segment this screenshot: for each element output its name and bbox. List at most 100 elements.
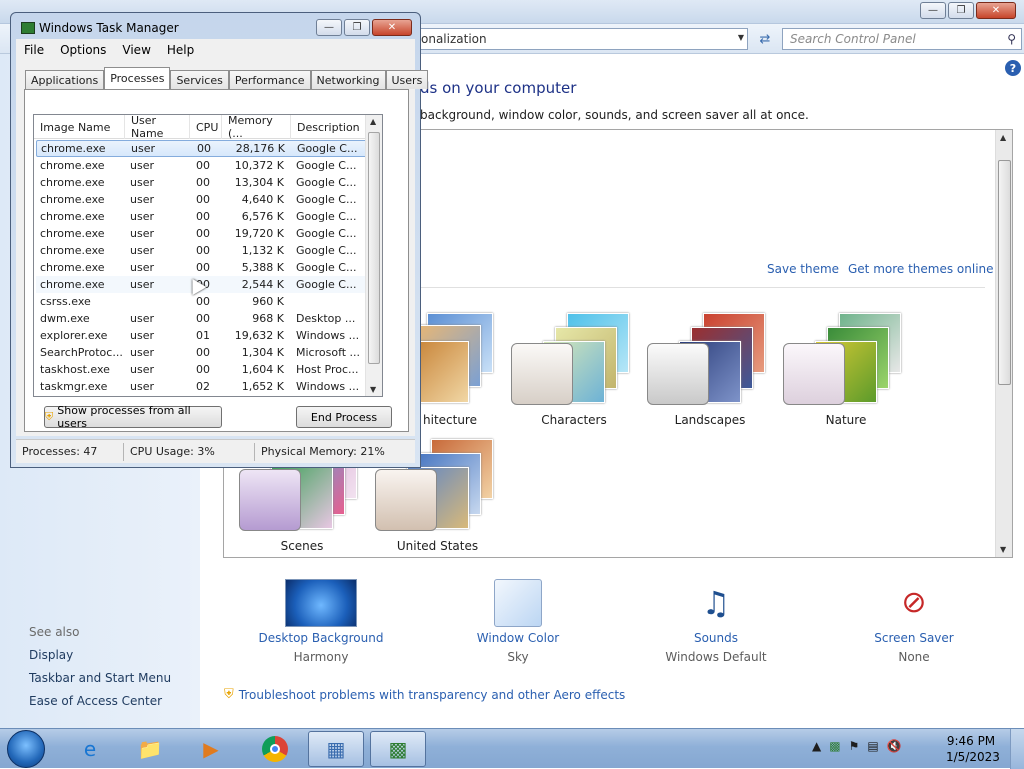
sidebar-link-display[interactable]: Display xyxy=(29,648,73,662)
chevron-up-icon[interactable]: ▲ xyxy=(812,739,821,753)
help-icon[interactable]: ? xyxy=(1005,60,1021,76)
column-user-name[interactable]: User Name xyxy=(125,115,190,140)
cell-name: chrome.exe xyxy=(41,142,106,155)
chrome-icon[interactable] xyxy=(247,731,303,767)
cell-cpu: 00 xyxy=(196,346,210,359)
table-row[interactable]: explorer.exe user 01 19,632 K Windows ... xyxy=(36,327,367,344)
end-process-button[interactable]: End Process xyxy=(296,406,392,428)
table-row[interactable]: chrome.exe user 00 28,176 K Google C... xyxy=(36,140,367,157)
table-row[interactable]: chrome.exe user 00 1,132 K Google C... xyxy=(36,242,367,259)
get-more-themes-link[interactable]: Get more themes online xyxy=(848,262,994,276)
tab-networking[interactable]: Networking xyxy=(310,70,386,89)
cell-desc: Google C... xyxy=(296,261,357,274)
sounds-value: Windows Default xyxy=(665,650,767,664)
table-row[interactable]: chrome.exe user 00 5,388 K Google C... xyxy=(36,259,367,276)
folder-icon[interactable]: 📁 xyxy=(122,731,178,767)
volume-muted-icon[interactable]: 🔇 xyxy=(887,739,902,753)
scrollbar-thumb[interactable] xyxy=(998,160,1011,385)
cell-cpu: 00 xyxy=(196,295,210,308)
screen-saver-item[interactable]: ⊘ Screen Saver None xyxy=(839,579,989,664)
cell-user: user xyxy=(130,227,154,240)
table-row[interactable]: chrome.exe user 00 6,576 K Google C... xyxy=(36,208,367,225)
table-row[interactable]: dwm.exe user 00 968 K Desktop ... xyxy=(36,310,367,327)
column-memory[interactable]: Memory (... xyxy=(222,115,291,140)
table-row[interactable]: SearchProtoc... user 00 1,304 K Microsoft ..… xyxy=(36,344,367,361)
table-row[interactable]: csrss.exe 00 960 K xyxy=(36,293,367,310)
tab-performance[interactable]: Performance xyxy=(228,70,311,89)
internet-explorer-icon[interactable]: e xyxy=(62,731,118,767)
menu-options[interactable]: Options xyxy=(52,43,114,57)
table-row[interactable]: taskmgr.exe user 02 1,652 K Windows ... xyxy=(36,378,367,395)
menu-help[interactable]: Help xyxy=(159,43,202,57)
task-manager-tray-icon[interactable]: ▩ xyxy=(829,739,840,753)
tab-processes[interactable]: Processes xyxy=(104,67,171,89)
theme-landscapes[interactable] xyxy=(647,313,767,413)
tab-users[interactable]: Users xyxy=(385,70,429,89)
close-button[interactable]: ✕ xyxy=(976,2,1016,19)
window-color-label: Window Color xyxy=(476,631,560,645)
minimize-button[interactable]: — xyxy=(920,2,946,19)
column-image-name[interactable]: Image Name xyxy=(34,115,125,139)
cell-user: user xyxy=(131,142,155,155)
scroll-up-icon[interactable]: ▲ xyxy=(370,117,376,126)
menu-view[interactable]: View xyxy=(114,43,158,57)
window-title: Windows Task Manager xyxy=(39,21,179,35)
show-all-processes-button[interactable]: ⛨ Show processes from all users xyxy=(44,404,222,430)
table-row[interactable]: chrome.exe user 00 19,720 K Google C... xyxy=(36,225,367,242)
show-all-processes-label: Show processes from all users xyxy=(57,404,191,430)
column-description[interactable]: Description xyxy=(291,115,367,139)
clock-time: 9:46 PM xyxy=(946,734,996,748)
menu-file[interactable]: File xyxy=(16,43,52,57)
minimize-button[interactable]: — xyxy=(316,19,342,36)
theme-label: Characters xyxy=(541,413,607,427)
cell-name: SearchProtoc... xyxy=(40,346,123,359)
show-desktop-button[interactable] xyxy=(1010,729,1024,769)
cell-cpu: 00 xyxy=(197,142,211,155)
tab-services[interactable]: Services xyxy=(170,70,229,89)
clock[interactable]: 9:46 PM 1/5/2023 xyxy=(946,733,1000,765)
maximize-button[interactable]: ❐ xyxy=(344,19,370,36)
window-color-item[interactable]: Window Color Sky xyxy=(443,579,593,664)
themes-scrollbar[interactable]: ▲ ▼ xyxy=(995,130,1012,557)
theme-characters[interactable] xyxy=(511,313,631,413)
system-tray: ▲ ▩ ⚑ ▤ 🔇 xyxy=(812,739,902,753)
refresh-icon[interactable]: ⇄ xyxy=(754,28,776,50)
see-also-heading: See also xyxy=(29,625,80,639)
cell-user: user xyxy=(130,346,154,359)
column-cpu[interactable]: CPU xyxy=(190,115,222,139)
search-icon[interactable]: ⚲ xyxy=(1007,32,1016,46)
list-scrollbar[interactable]: ▲ ▼ xyxy=(365,115,382,396)
table-row[interactable]: chrome.exe user 00 10,372 K Google C... xyxy=(36,157,367,174)
scroll-up-icon[interactable]: ▲ xyxy=(1000,133,1006,142)
table-row[interactable]: chrome.exe user 00 13,304 K Google C... xyxy=(36,174,367,191)
table-row[interactable]: taskhost.exe user 00 1,604 K Host Proc... xyxy=(36,361,367,378)
table-row[interactable]: chrome.exe user 00 4,640 K Google C... xyxy=(36,191,367,208)
desktop-background-item[interactable]: Desktop Background Harmony xyxy=(246,579,396,664)
theme-nature[interactable] xyxy=(783,313,903,413)
close-button[interactable]: ✕ xyxy=(372,19,412,36)
tab-applications[interactable]: Applications xyxy=(25,70,105,89)
chevron-down-icon[interactable]: ▼ xyxy=(738,33,744,42)
address-bar[interactable]: onalization ▼ xyxy=(410,28,748,50)
sounds-item[interactable]: ♫ Sounds Windows Default xyxy=(641,579,791,664)
control-panel-icon[interactable]: ▦ xyxy=(308,731,364,767)
task-manager-taskbar-icon[interactable]: ▩ xyxy=(370,731,426,767)
scroll-down-icon[interactable]: ▼ xyxy=(370,385,376,394)
sidebar-link-ease-of-access[interactable]: Ease of Access Center xyxy=(29,694,162,708)
cell-mem: 13,304 K xyxy=(234,176,284,189)
maximize-button[interactable]: ❐ xyxy=(948,2,974,19)
cell-cpu: 02 xyxy=(196,380,210,393)
sidebar-link-taskbar[interactable]: Taskbar and Start Menu xyxy=(29,671,171,685)
scroll-down-icon[interactable]: ▼ xyxy=(1000,545,1006,554)
search-input[interactable]: Search Control Panel ⚲ xyxy=(782,28,1022,50)
media-player-icon[interactable]: ▶ xyxy=(183,731,239,767)
process-list[interactable]: Image Name User Name CPU Memory (... Des… xyxy=(33,114,383,397)
troubleshoot-link[interactable]: ⛨ Troubleshoot problems with transparenc… xyxy=(224,687,625,702)
network-icon[interactable]: ▤ xyxy=(867,739,878,753)
cell-name: chrome.exe xyxy=(40,159,105,172)
status-processes: Processes: 47 xyxy=(16,442,124,461)
start-button[interactable] xyxy=(7,730,45,768)
flag-icon[interactable]: ⚑ xyxy=(849,739,860,753)
save-theme-link[interactable]: Save theme xyxy=(767,262,839,276)
scrollbar-thumb[interactable] xyxy=(368,132,380,364)
